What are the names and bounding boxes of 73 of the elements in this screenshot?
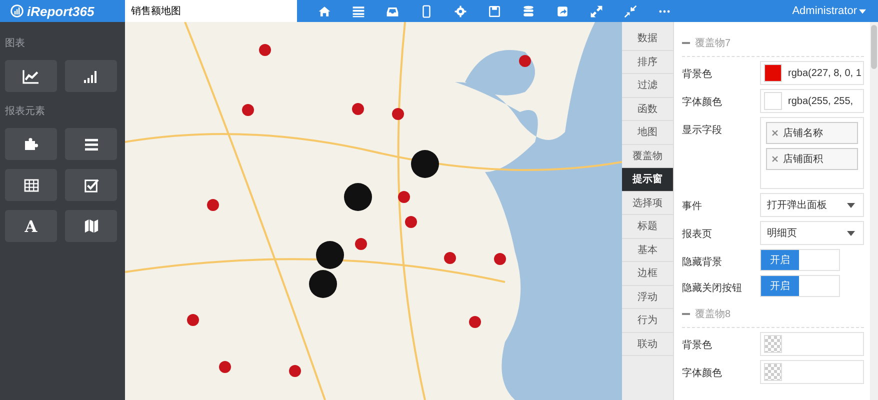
share-icon[interactable] bbox=[556, 4, 569, 18]
panel-tab[interactable]: 函数 bbox=[622, 98, 673, 121]
panel-tab[interactable]: 过滤 bbox=[622, 74, 673, 98]
panel-tab[interactable]: 边框 bbox=[622, 262, 673, 286]
color-swatch[interactable] bbox=[764, 64, 782, 82]
collapse-icon[interactable] bbox=[624, 4, 637, 18]
puzzle-button[interactable] bbox=[5, 128, 57, 160]
panel-tab[interactable]: 联动 bbox=[622, 332, 673, 356]
panel-tab[interactable]: 地图 bbox=[622, 121, 673, 144]
color-field[interactable]: rgba(255, 255, bbox=[760, 89, 864, 113]
panel-tab[interactable]: 选择项 bbox=[622, 192, 673, 215]
checkbox-button[interactable] bbox=[65, 169, 117, 201]
save-icon[interactable] bbox=[488, 4, 501, 18]
collapse-icon[interactable] bbox=[682, 39, 690, 47]
field-label: 背景色 bbox=[682, 68, 713, 81]
field-label: 报表页 bbox=[682, 228, 713, 241]
tablet-icon[interactable] bbox=[420, 4, 433, 18]
tags-field[interactable]: 店铺名称 店铺面积 bbox=[760, 117, 864, 189]
field-label: 事件 bbox=[682, 200, 703, 213]
section-title: 图表 bbox=[5, 36, 26, 50]
list-button[interactable] bbox=[65, 128, 117, 160]
color-field[interactable] bbox=[760, 360, 864, 384]
map-icon bbox=[84, 218, 98, 234]
bar-chart-icon bbox=[83, 69, 99, 83]
line-chart-icon bbox=[22, 68, 40, 84]
logo-icon bbox=[10, 4, 24, 18]
puzzle-icon bbox=[23, 136, 39, 152]
empty-color-swatch[interactable] bbox=[764, 335, 782, 353]
table-icon bbox=[24, 178, 38, 192]
empty-color-swatch[interactable] bbox=[764, 363, 782, 381]
caret-icon bbox=[847, 230, 855, 236]
field-label: 背景色 bbox=[682, 338, 713, 352]
logo: iReport365 bbox=[0, 4, 125, 18]
section-title: 报表元素 bbox=[5, 104, 46, 118]
remove-icon[interactable] bbox=[772, 130, 778, 136]
color-swatch[interactable] bbox=[764, 92, 782, 110]
panel-tab[interactable]: 数据 bbox=[622, 27, 673, 50]
expand-icon[interactable] bbox=[590, 4, 603, 18]
panel-tab[interactable]: 行为 bbox=[622, 309, 673, 332]
table-button[interactable] bbox=[5, 169, 57, 201]
database-icon[interactable] bbox=[522, 4, 535, 18]
caret-icon bbox=[859, 8, 866, 14]
collapse-icon[interactable] bbox=[682, 310, 690, 318]
toggle-switch[interactable]: 开启 bbox=[760, 249, 840, 271]
panel-tab[interactable]: 提示窗 bbox=[622, 168, 673, 192]
inbox-icon[interactable] bbox=[386, 4, 399, 18]
bar-chart-button[interactable] bbox=[65, 60, 117, 92]
map-button[interactable] bbox=[65, 210, 117, 242]
list-icon bbox=[84, 138, 98, 150]
report-name-field[interactable]: 销售额地图 bbox=[125, 0, 297, 22]
settings-icon[interactable] bbox=[454, 4, 467, 18]
line-chart-button[interactable] bbox=[5, 60, 57, 92]
list-icon[interactable] bbox=[352, 4, 365, 18]
dropdown[interactable]: 明细页 bbox=[760, 221, 864, 245]
panel-tab[interactable]: 排序 bbox=[622, 50, 673, 74]
checkbox-icon bbox=[84, 178, 98, 192]
remove-icon[interactable] bbox=[772, 156, 778, 162]
panel-tab[interactable]: 标题 bbox=[622, 215, 673, 238]
home-icon[interactable] bbox=[318, 4, 331, 18]
field-label: 显示字段 bbox=[682, 124, 723, 137]
panel-tab[interactable]: 基本 bbox=[622, 238, 673, 262]
toggle-switch[interactable]: 开启 bbox=[760, 275, 840, 297]
color-field[interactable] bbox=[760, 332, 864, 356]
dropdown[interactable]: 打开弹出面板 bbox=[760, 193, 864, 217]
field-label: 隐藏背景 bbox=[682, 256, 723, 269]
text-button[interactable]: A bbox=[5, 210, 57, 242]
field-label: 字体颜色 bbox=[682, 96, 723, 109]
field-label: 隐藏关闭按钮 bbox=[682, 282, 743, 295]
panel-tab[interactable]: 浮动 bbox=[622, 286, 673, 309]
user-menu[interactable]: Administrator bbox=[792, 5, 866, 17]
caret-icon bbox=[847, 202, 855, 208]
color-field[interactable]: rgba(227, 8, 0, 1 bbox=[760, 61, 864, 85]
field-label: 字体颜色 bbox=[682, 366, 723, 380]
